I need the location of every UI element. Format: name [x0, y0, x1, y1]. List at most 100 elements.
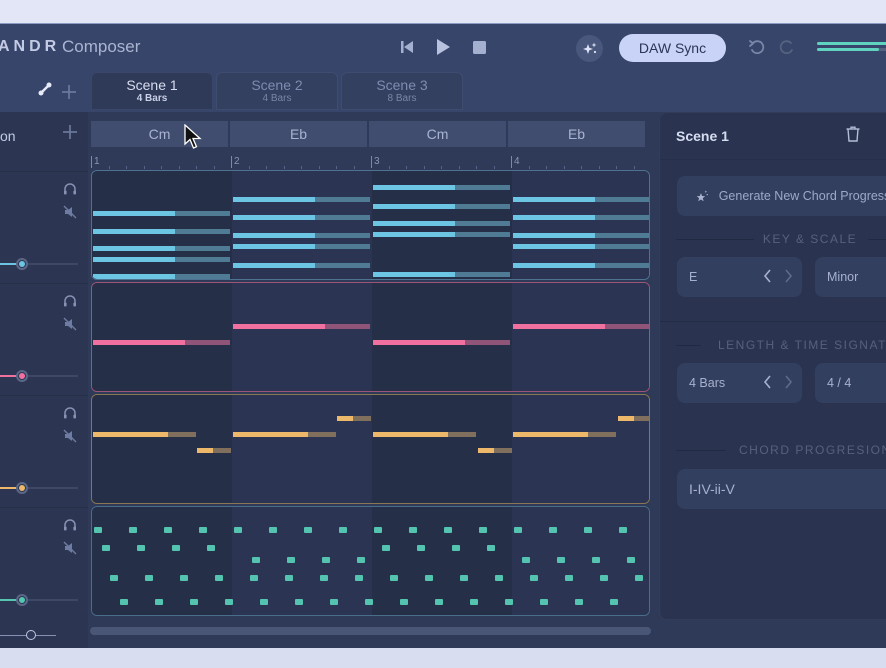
drum-hit[interactable] — [172, 545, 180, 551]
undo-button[interactable] — [748, 38, 766, 61]
track-lane-melody[interactable] — [91, 394, 650, 504]
midi-note[interactable] — [337, 416, 371, 421]
drum-hit[interactable] — [287, 557, 295, 563]
drum-hit[interactable] — [505, 599, 513, 605]
midi-note[interactable] — [93, 274, 230, 279]
zoom-knob[interactable] — [26, 630, 36, 640]
tab-scene-2[interactable]: Scene 2 4 Bars — [216, 72, 338, 110]
drum-hit[interactable] — [557, 557, 565, 563]
delete-scene-button[interactable] — [846, 126, 860, 147]
drum-hit[interactable] — [452, 545, 460, 551]
midi-note[interactable] — [373, 432, 476, 437]
mute-button[interactable] — [63, 429, 77, 443]
drum-hit[interactable] — [94, 527, 102, 533]
drum-hit[interactable] — [164, 527, 172, 533]
drum-hit[interactable] — [425, 575, 433, 581]
drum-hit[interactable] — [260, 599, 268, 605]
midi-note[interactable] — [233, 324, 370, 329]
midi-note[interactable] — [93, 229, 230, 234]
midi-note[interactable] — [233, 215, 370, 220]
chevron-right-icon[interactable] — [784, 269, 793, 283]
solo-button[interactable] — [63, 182, 77, 196]
drum-hit[interactable] — [600, 575, 608, 581]
drum-hit[interactable] — [207, 545, 215, 551]
add-scene-button[interactable] — [62, 83, 76, 101]
midi-note[interactable] — [513, 324, 649, 329]
drum-hit[interactable] — [610, 599, 618, 605]
track-lane-drums[interactable] — [91, 506, 650, 616]
midi-note[interactable] — [93, 340, 230, 345]
solo-button[interactable] — [63, 406, 77, 420]
drum-hit[interactable] — [409, 527, 417, 533]
drum-hit[interactable] — [137, 545, 145, 551]
drum-hit[interactable] — [549, 527, 557, 533]
midi-note[interactable] — [478, 448, 512, 453]
drum-hit[interactable] — [145, 575, 153, 581]
drum-hit[interactable] — [180, 575, 188, 581]
track-lane-chords[interactable] — [91, 170, 650, 280]
drum-hit[interactable] — [190, 599, 198, 605]
chord-cell[interactable]: Cm — [369, 121, 506, 147]
drum-hit[interactable] — [592, 557, 600, 563]
midi-note[interactable] — [513, 263, 649, 268]
solo-button[interactable] — [63, 294, 77, 308]
link-scenes-button[interactable] — [38, 82, 52, 101]
drum-hit[interactable] — [417, 545, 425, 551]
volume-knob[interactable] — [15, 594, 28, 606]
drum-hit[interactable] — [479, 527, 487, 533]
drum-hit[interactable] — [540, 599, 548, 605]
redo-button[interactable] — [778, 38, 796, 61]
drum-hit[interactable] — [155, 599, 163, 605]
midi-note[interactable] — [373, 221, 510, 226]
key-selector[interactable]: E — [677, 257, 802, 297]
drum-hit[interactable] — [374, 527, 382, 533]
chevron-left-icon[interactable] — [763, 375, 772, 389]
drum-hit[interactable] — [110, 575, 118, 581]
drum-hit[interactable] — [522, 557, 530, 563]
midi-note[interactable] — [93, 257, 230, 262]
chord-cell[interactable]: Eb — [230, 121, 367, 147]
track-lane-bass[interactable] — [91, 282, 650, 392]
drum-hit[interactable] — [129, 527, 137, 533]
drum-hit[interactable] — [269, 527, 277, 533]
chord-cell[interactable]: Cm — [91, 121, 228, 147]
chevron-right-icon[interactable] — [784, 375, 793, 389]
midi-note[interactable] — [93, 211, 230, 216]
skip-back-button[interactable] — [398, 38, 416, 56]
drum-hit[interactable] — [304, 527, 312, 533]
horizontal-scrollbar[interactable] — [90, 627, 651, 635]
drum-hit[interactable] — [339, 527, 347, 533]
drum-hit[interactable] — [295, 599, 303, 605]
drum-hit[interactable] — [390, 575, 398, 581]
drum-hit[interactable] — [120, 599, 128, 605]
time-signature-selector[interactable]: 4 / 4 — [815, 363, 886, 403]
timeline-ruler[interactable]: 1 2 3 4 — [91, 154, 647, 170]
drum-hit[interactable] — [444, 527, 452, 533]
drum-hit[interactable] — [199, 527, 207, 533]
midi-note[interactable] — [93, 246, 230, 251]
volume-knob[interactable] — [15, 258, 28, 270]
drum-hit[interactable] — [627, 557, 635, 563]
chord-cell[interactable]: Eb — [508, 121, 645, 147]
midi-note[interactable] — [373, 185, 510, 190]
midi-note[interactable] — [233, 432, 336, 437]
play-button[interactable] — [434, 38, 452, 56]
drum-hit[interactable] — [215, 575, 223, 581]
ai-assist-button[interactable] — [576, 35, 603, 62]
drum-hit[interactable] — [565, 575, 573, 581]
midi-note[interactable] — [373, 272, 510, 277]
midi-note[interactable] — [197, 448, 231, 453]
midi-note[interactable] — [513, 432, 616, 437]
chord-progression-field[interactable]: I-IV-ii-V — [677, 469, 886, 509]
chevron-left-icon[interactable] — [763, 269, 772, 283]
drum-hit[interactable] — [487, 545, 495, 551]
midi-note[interactable] — [513, 233, 649, 238]
drum-hit[interactable] — [514, 527, 522, 533]
tab-scene-3[interactable]: Scene 3 8 Bars — [341, 72, 463, 110]
drum-hit[interactable] — [382, 545, 390, 551]
drum-hit[interactable] — [250, 575, 258, 581]
midi-note[interactable] — [233, 263, 370, 268]
drum-hit[interactable] — [584, 527, 592, 533]
midi-note[interactable] — [618, 416, 649, 421]
drum-hit[interactable] — [435, 599, 443, 605]
